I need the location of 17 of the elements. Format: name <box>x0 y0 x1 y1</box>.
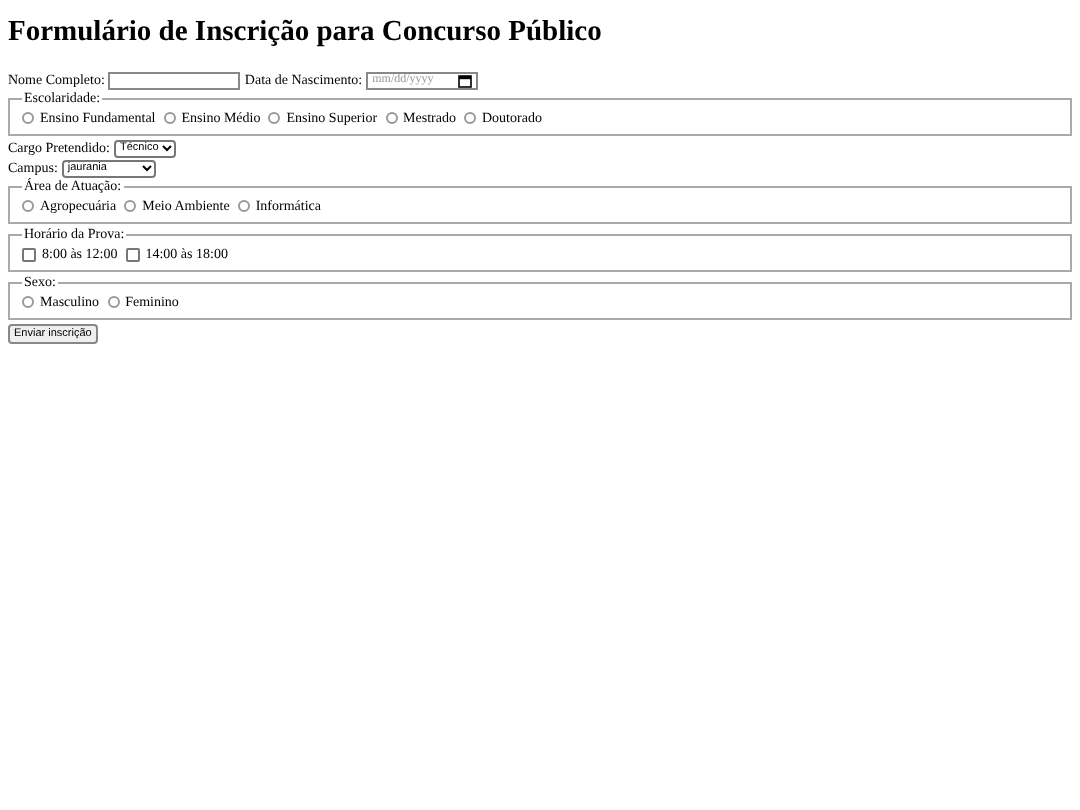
radio-button[interactable] <box>163 112 176 124</box>
checkbox[interactable] <box>22 247 36 261</box>
radio-button[interactable] <box>124 200 137 212</box>
radio-button[interactable] <box>107 296 120 308</box>
radio-button[interactable] <box>22 200 34 212</box>
radio-button[interactable] <box>22 112 34 124</box>
caret-icon <box>162 144 173 152</box>
form-title: Formulário de Inscrição para Concurso Público <box>8 16 604 50</box>
checkbox[interactable] <box>125 247 140 261</box>
radio-button[interactable] <box>268 112 281 124</box>
radio-button[interactable] <box>22 296 34 308</box>
radio-button[interactable] <box>385 112 398 124</box>
name-input[interactable] <box>108 71 241 89</box>
calendar-icon <box>458 73 473 87</box>
radio-button[interactable] <box>237 200 250 212</box>
radio-button[interactable] <box>464 112 476 124</box>
caret-icon <box>141 164 152 172</box>
